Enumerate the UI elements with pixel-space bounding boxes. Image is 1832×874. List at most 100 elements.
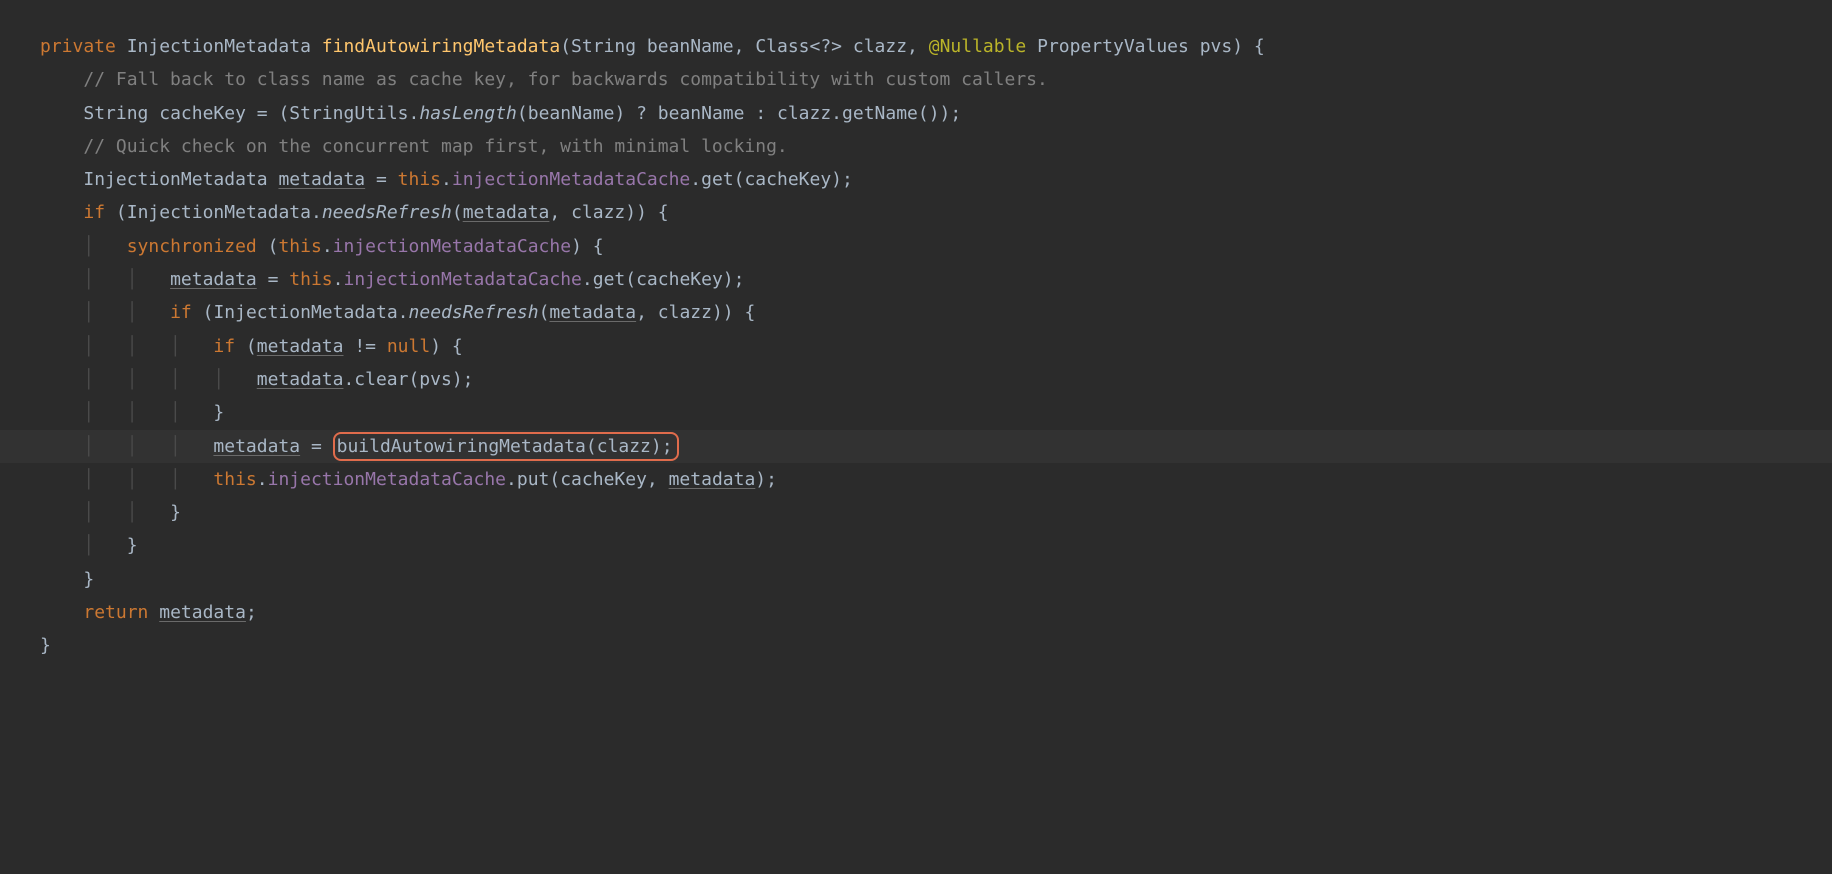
paren: ) { <box>1232 36 1265 57</box>
operator: = ( <box>246 103 289 124</box>
param-name: clazz <box>853 36 907 57</box>
indent-guide: │ │ <box>83 302 170 323</box>
keyword-if: if <box>83 202 105 223</box>
code-line[interactable]: │ │ } <box>0 496 1832 529</box>
paren: ( <box>235 336 257 357</box>
code-line[interactable]: │ │ │ if (metadata != null) { <box>0 330 1832 363</box>
space <box>148 602 159 623</box>
class-ref: InjectionMetadata <box>213 302 397 323</box>
var-type: String <box>83 103 148 124</box>
brace: } <box>40 635 51 656</box>
method-name: findAutowiringMetadata <box>322 36 560 57</box>
code-line[interactable]: InjectionMetadata metadata = this.inject… <box>0 163 1832 196</box>
code-line[interactable]: │ │ │ this.injectionMetadataCache.put(ca… <box>0 463 1832 496</box>
rest: .get(cacheKey); <box>690 169 853 190</box>
method-call: buildAutowiringMetadata(clazz); <box>337 436 673 457</box>
indent-guide: │ │ │ <box>83 436 213 457</box>
rest: (beanName) ? beanName : clazz.getName())… <box>517 103 961 124</box>
comment: // Fall back to class name as cache key,… <box>83 69 1048 90</box>
var-name: metadata <box>170 269 257 290</box>
class-ref: InjectionMetadata <box>127 202 311 223</box>
paren: ) { <box>571 236 604 257</box>
annotation: @Nullable <box>929 36 1027 57</box>
var-name: metadata <box>159 602 246 623</box>
indent-guide: │ <box>83 236 126 257</box>
dot: . <box>322 236 333 257</box>
keyword-null: null <box>387 336 430 357</box>
var-name: metadata <box>213 436 300 457</box>
code-line[interactable]: private InjectionMetadata findAutowiring… <box>0 30 1832 63</box>
field-ref: injectionMetadataCache <box>343 269 581 290</box>
keyword-private: private <box>40 36 116 57</box>
indent-guide: │ │ │ <box>83 336 213 357</box>
var-name: metadata <box>278 169 365 190</box>
arg: metadata <box>463 202 550 223</box>
return-type: InjectionMetadata <box>127 36 311 57</box>
operator: != <box>343 336 386 357</box>
dot: . <box>311 202 322 223</box>
rest: , clazz)) { <box>549 202 668 223</box>
code-line[interactable]: } <box>0 629 1832 662</box>
dot: . <box>441 169 452 190</box>
paren: ( <box>560 36 571 57</box>
arg: metadata <box>549 302 636 323</box>
code-line[interactable]: return metadata; <box>0 596 1832 629</box>
code-line-highlighted[interactable]: │ │ │ metadata = buildAutowiringMetadata… <box>0 430 1832 463</box>
highlighted-call: buildAutowiringMetadata(clazz); <box>333 432 679 461</box>
static-method: hasLength <box>419 103 517 124</box>
var-name: metadata <box>257 336 344 357</box>
static-method: needsRefresh <box>409 302 539 323</box>
comma: , <box>907 36 929 57</box>
keyword-if: if <box>213 336 235 357</box>
field-ref: injectionMetadataCache <box>333 236 571 257</box>
semicolon: ; <box>246 602 257 623</box>
brace: } <box>170 502 181 523</box>
field-ref: injectionMetadataCache <box>268 469 506 490</box>
code-line[interactable]: │ │ │ } <box>0 396 1832 429</box>
paren: ( <box>452 202 463 223</box>
keyword-this: this <box>278 236 321 257</box>
param-name: pvs <box>1200 36 1233 57</box>
dot: . <box>333 269 344 290</box>
code-line[interactable]: String cacheKey = (StringUtils.hasLength… <box>0 97 1832 130</box>
operator: = <box>365 169 398 190</box>
brace: } <box>213 402 224 423</box>
code-line[interactable]: │ synchronized (this.injectionMetadataCa… <box>0 230 1832 263</box>
var-name: metadata <box>257 369 344 390</box>
class-ref: StringUtils <box>289 103 408 124</box>
rest: .get(cacheKey); <box>582 269 745 290</box>
operator: = <box>257 269 290 290</box>
code-line[interactable]: │ │ │ │ metadata.clear(pvs); <box>0 363 1832 396</box>
param-name: beanName <box>647 36 734 57</box>
param-type: String <box>571 36 636 57</box>
indent-guide: │ │ │ <box>83 402 213 423</box>
paren: ( <box>257 236 279 257</box>
code-line[interactable]: } <box>0 563 1832 596</box>
code-line[interactable]: │ │ if (InjectionMetadata.needsRefresh(m… <box>0 296 1832 329</box>
paren: ( <box>192 302 214 323</box>
rest: .put(cacheKey, <box>506 469 669 490</box>
code-line[interactable]: if (InjectionMetadata.needsRefresh(metad… <box>0 196 1832 229</box>
param-type: Class <box>755 36 809 57</box>
code-line[interactable]: // Fall back to class name as cache key,… <box>0 63 1832 96</box>
code-line[interactable]: │ │ metadata = this.injectionMetadataCac… <box>0 263 1832 296</box>
paren: ) { <box>430 336 463 357</box>
keyword-if: if <box>170 302 192 323</box>
paren: ( <box>105 202 127 223</box>
keyword-this: this <box>289 269 332 290</box>
code-line[interactable]: │ } <box>0 529 1832 562</box>
brace: } <box>127 535 138 556</box>
code-line[interactable]: // Quick check on the concurrent map fir… <box>0 130 1832 163</box>
keyword-this: this <box>213 469 256 490</box>
indent-guide: │ │ │ │ <box>83 369 256 390</box>
dot: . <box>398 302 409 323</box>
generic: <?> <box>810 36 843 57</box>
code-editor[interactable]: private InjectionMetadata findAutowiring… <box>0 30 1832 663</box>
comment: // Quick check on the concurrent map fir… <box>83 136 787 157</box>
var-name: cacheKey <box>159 103 246 124</box>
arg: metadata <box>669 469 756 490</box>
indent-guide: │ <box>83 535 126 556</box>
rest: , clazz)) { <box>636 302 755 323</box>
indent-guide: │ │ <box>83 502 170 523</box>
comma: , <box>734 36 756 57</box>
